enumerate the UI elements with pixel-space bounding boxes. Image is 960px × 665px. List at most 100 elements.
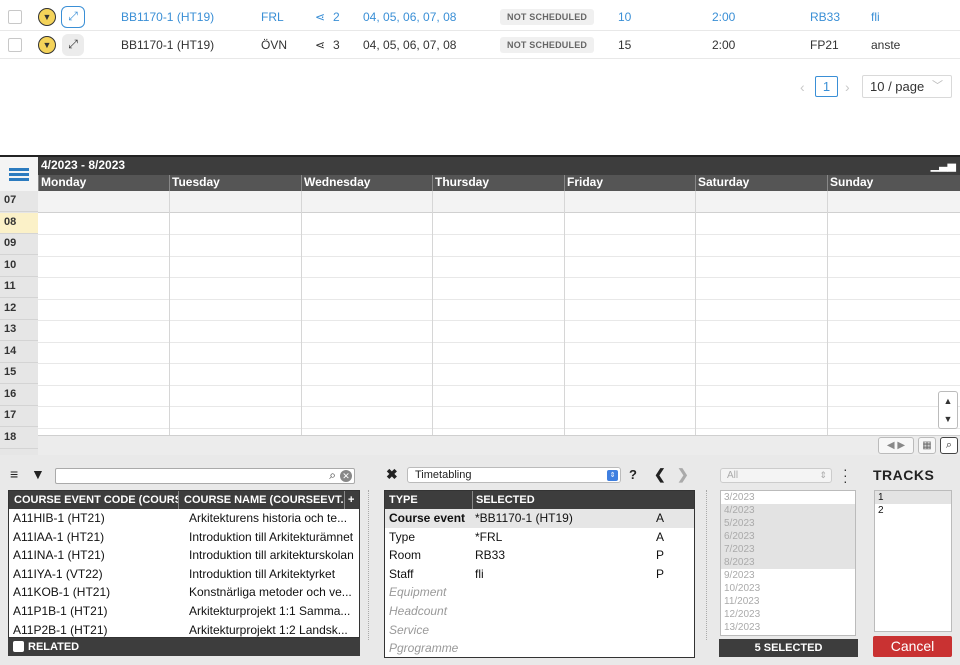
tracks-list[interactable]: 1 2	[874, 490, 952, 632]
hour-label: 12	[0, 299, 38, 320]
day-friday: Friday	[564, 175, 695, 191]
table-row[interactable]: ▼ ⤢ BB1170-1 (HT19) FRL ⋖ 2 04, 05, 06, …	[0, 3, 960, 31]
related-toggle[interactable]: RELATED	[8, 638, 360, 656]
clear-icon[interactable]: ✕	[340, 470, 352, 482]
search-input[interactable]: ⌕ ✕	[55, 468, 355, 484]
scroll-up-icon[interactable]: ▲	[939, 392, 957, 410]
item-name: Introduktion till Arkitekturämnet	[189, 529, 354, 544]
item-name: Introduktion till arkitekturskolan	[189, 548, 354, 563]
selection-header: TYPE SELECTED	[385, 491, 694, 509]
selection-row[interactable]: Headcount	[385, 602, 694, 621]
schedule-icon[interactable]: ⤢	[62, 33, 84, 56]
calendar: 4/2023 - 8/2023 ▁▃▅ Monday Tuesday Wedne…	[0, 155, 960, 457]
scroll-down-icon[interactable]: ▼	[939, 410, 957, 428]
row-type: Room	[389, 548, 422, 563]
course-code[interactable]: BB1170-1 (HT19)	[121, 38, 214, 52]
vertical-scroll-buttons[interactable]: ▲ ▼	[938, 391, 958, 429]
course-code[interactable]: BB1170-1 (HT19)	[121, 10, 214, 24]
back-icon[interactable]: ❮	[654, 466, 666, 483]
next-page-button[interactable]: ›	[845, 79, 850, 95]
event-type: FRL	[261, 9, 284, 24]
hour-label: 11	[0, 277, 38, 298]
cancel-button[interactable]: Cancel	[873, 636, 952, 657]
table-row[interactable]: ▼ ⤢ BB1170-1 (HT19) ÖVN ⋖ 3 04, 05, 06, …	[0, 31, 960, 59]
list-item[interactable]: A11IAA-1 (HT21) Introduktion till Arkitek…	[9, 528, 359, 547]
menu-icon[interactable]	[0, 157, 38, 191]
row-flag: A	[656, 529, 665, 544]
period-item[interactable]: 9/2023	[721, 569, 855, 582]
hour-label: 16	[0, 385, 38, 406]
page-size-select[interactable]: 10 / page ﹀	[862, 75, 952, 98]
week-nav-buttons[interactable]: ◀ ▶	[878, 437, 914, 454]
day-monday: Monday	[38, 175, 169, 191]
row-value: *FRL	[475, 529, 503, 544]
period-item[interactable]: 12/2023	[721, 608, 855, 621]
selection-row[interactable]: Type *FRL A	[385, 528, 694, 547]
selection-row[interactable]: Service	[385, 621, 694, 640]
period-item[interactable]: 8/2023	[721, 556, 855, 569]
list-item[interactable]: A11P2B-1 (HT21) Arkitekturprojekt 1:2 Lan…	[9, 621, 359, 637]
selection-row[interactable]: Equipment	[385, 583, 694, 602]
selection-table: TYPE SELECTED Course event *BB1170-1 (HT…	[384, 490, 695, 658]
list-item[interactable]: A11P1B-1 (HT21) Arkitekturprojekt 1:1 Sam…	[9, 602, 359, 621]
row-type: Type	[389, 529, 416, 544]
list-menu-icon[interactable]: ≡	[10, 466, 18, 482]
period-item[interactable]: 10/2023	[721, 582, 855, 595]
list-item[interactable]: A11HIB-1 (HT21) Arkitekturens historia oc…	[9, 509, 359, 528]
close-icon[interactable]: ✖	[386, 466, 398, 483]
status-badge: NOT SCHEDULED	[500, 8, 595, 25]
share-icon: ⋖	[315, 37, 326, 52]
link-count: 2	[333, 9, 340, 24]
row-checkbox[interactable]	[8, 9, 22, 24]
search-icon[interactable]: ⌕	[940, 437, 958, 454]
add-column-button[interactable]: +	[345, 491, 359, 509]
column-course-name[interactable]: COURSE NAME (COURSEEVT...	[179, 491, 345, 509]
search-icon[interactable]: ⌕	[329, 468, 336, 483]
row-flag: P	[656, 566, 665, 581]
view-select[interactable]: Timetabling ⇕	[407, 467, 621, 483]
selection-row[interactable]: Staff fli P	[385, 565, 694, 584]
schedule-icon[interactable]: ⤢	[61, 5, 85, 28]
row-type: Pgrogramme	[389, 641, 459, 656]
related-checkbox[interactable]	[13, 641, 24, 652]
period-item[interactable]: 7/2023	[721, 543, 855, 556]
help-icon[interactable]: ?	[629, 467, 637, 482]
hour-label: 17	[0, 406, 38, 427]
period-item[interactable]: 3/2023	[721, 491, 855, 504]
column-course-code[interactable]: COURSE EVENT CODE (COURS...	[9, 491, 179, 509]
calendar-footer	[38, 435, 960, 457]
row-checkbox[interactable]	[8, 37, 22, 52]
item-name: Arkitekturens historia och te...	[189, 511, 348, 525]
page-number-button[interactable]: 1	[815, 76, 838, 97]
period-item[interactable]: 6/2023	[721, 530, 855, 543]
period-item[interactable]: 13/2023	[721, 621, 855, 634]
prev-page-button[interactable]: ‹	[800, 79, 805, 95]
list-item[interactable]: A11IYA-1 (VT22) Introduktion till Arkitek…	[9, 565, 359, 584]
calendar-icon[interactable]: ▦	[918, 437, 936, 454]
period-item[interactable]: 11/2023	[721, 595, 855, 608]
list-item[interactable]: A11KOB-1 (HT21) Konstnärliga metoder och …	[9, 583, 359, 602]
period-item[interactable]: 4/2023	[721, 504, 855, 517]
list-item[interactable]: A11INA-1 (HT21) Introduktion till arkitek…	[9, 546, 359, 565]
filter-badge-icon[interactable]: ▼	[38, 35, 56, 54]
day-sunday: Sunday	[827, 175, 960, 191]
staff: fli	[871, 9, 880, 24]
period-filter-select[interactable]: All ⇕	[720, 468, 832, 483]
track-item[interactable]: 2	[875, 504, 951, 517]
hour-label: 09	[0, 234, 38, 255]
hour-column: 07 08 09 10 11 12 13 14 15 16 17 18	[0, 191, 38, 457]
forward-icon[interactable]: ❯	[677, 466, 689, 483]
filter-icon[interactable]: ▼	[31, 466, 45, 482]
course-event-list[interactable]: COURSE EVENT CODE (COURS... COURSE NAME …	[8, 490, 360, 638]
more-options-icon[interactable]: · · ·	[843, 462, 848, 488]
calendar-grid[interactable]	[38, 191, 960, 435]
stats-icon[interactable]: ▁▃▅	[931, 159, 956, 172]
hour-label: 10	[0, 256, 38, 277]
selection-row[interactable]: Course event *BB1170-1 (HT19) A	[385, 509, 694, 528]
track-item[interactable]: 1	[875, 491, 951, 504]
selection-row[interactable]: Room RB33 P	[385, 546, 694, 565]
period-item[interactable]: 5/2023	[721, 517, 855, 530]
selection-row[interactable]: Pgrogramme	[385, 639, 694, 657]
period-list[interactable]: 3/2023 4/2023 5/2023 6/2023 7/2023 8/202…	[720, 490, 856, 636]
filter-badge-icon[interactable]: ▼	[38, 7, 56, 26]
